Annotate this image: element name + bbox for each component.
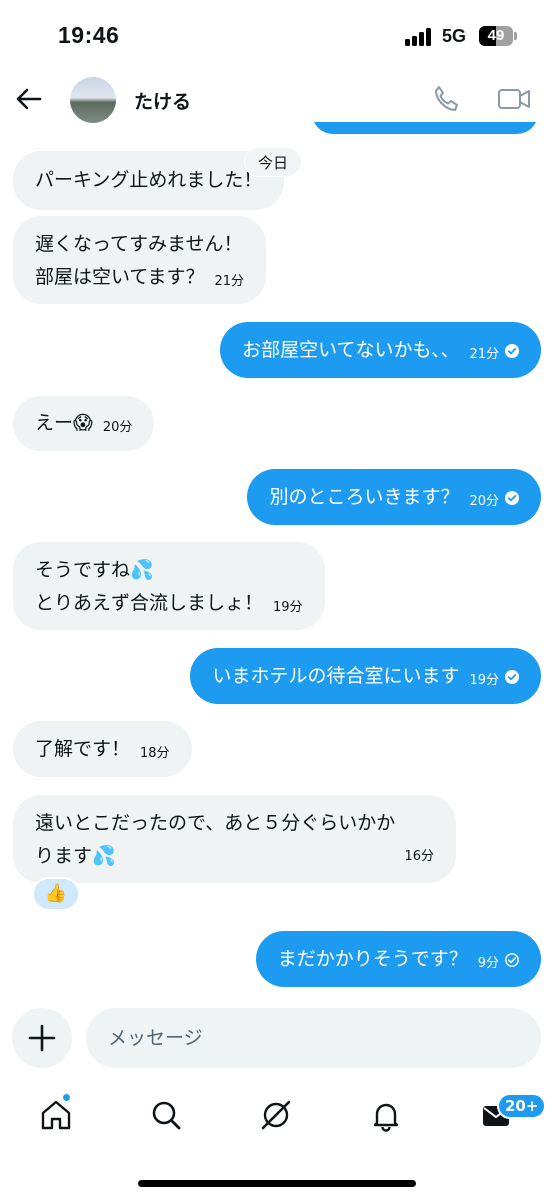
message-text-line: とりあえず合流しましょ！ bbox=[35, 592, 264, 614]
message-time: 16分 bbox=[404, 849, 434, 864]
message-text: パーキング止めれました！ bbox=[35, 169, 263, 191]
message-time: 9分 bbox=[477, 956, 499, 971]
message-text-line: そうですね💦 bbox=[35, 559, 154, 581]
add-attachment-button[interactable] bbox=[12, 1008, 72, 1068]
message-bubble[interactable]: 了解です！ 18分 bbox=[13, 721, 192, 777]
message-bubble[interactable]: 遅くなってすみません！ 部屋は空いてます？ 21分 bbox=[13, 216, 267, 304]
grok-icon bbox=[261, 1100, 291, 1130]
message-text: お部屋空いてないかも、、 bbox=[242, 339, 460, 361]
message-bubble[interactable]: お部屋空いてないかも、、 21分 bbox=[220, 322, 541, 378]
bottom-navigation: 20+ bbox=[0, 1085, 554, 1155]
home-indicator bbox=[138, 1180, 416, 1187]
message-composer bbox=[0, 1005, 554, 1071]
nav-search[interactable] bbox=[148, 1097, 184, 1133]
video-call-button[interactable] bbox=[497, 85, 531, 113]
nav-notifications[interactable] bbox=[368, 1097, 404, 1133]
notifications-bell-icon bbox=[373, 1103, 399, 1132]
message-bubble[interactable]: えー😱 20分 bbox=[13, 396, 155, 451]
message-time: 20分 bbox=[102, 420, 133, 435]
read-check-icon bbox=[505, 344, 519, 358]
messages-badge: 20+ bbox=[497, 1093, 547, 1119]
message-bubble[interactable]: いまホテルの待合室にいます 19分 bbox=[190, 648, 541, 704]
avatar[interactable] bbox=[70, 77, 116, 123]
message-bubble[interactable]: そうですね💦 とりあえず合流しましょ！ 19分 bbox=[13, 542, 325, 630]
message-time: 19分 bbox=[469, 673, 499, 688]
message-time: 21分 bbox=[469, 347, 499, 362]
message-text-line: 遅くなってすみません！ bbox=[35, 233, 243, 255]
back-arrow-icon bbox=[16, 88, 42, 110]
previous-outgoing-bubble bbox=[312, 122, 538, 134]
network-type: 5G bbox=[442, 26, 467, 46]
read-check-icon bbox=[505, 491, 519, 505]
message-text-line: 遠いとこだったので、あと５分ぐらいかか bbox=[35, 812, 396, 834]
message-text: いまホテルの待合室にいます bbox=[212, 665, 460, 687]
message-text: まだかかりそうです？ bbox=[277, 948, 468, 970]
call-button[interactable] bbox=[431, 84, 461, 114]
message-text: えー😱 bbox=[35, 412, 93, 434]
contact-name[interactable]: たける bbox=[134, 87, 191, 114]
signal-strength-icon bbox=[405, 28, 435, 46]
battery-percent: 49 bbox=[487, 27, 505, 44]
read-check-icon bbox=[505, 670, 519, 684]
message-bubble[interactable]: まだかかりそうです？ 9分 bbox=[255, 931, 541, 987]
message-time: 21分 bbox=[214, 274, 245, 289]
message-bubble[interactable]: 別のところいきます？ 20分 bbox=[247, 469, 541, 525]
message-text: 了解です！ bbox=[35, 738, 131, 760]
message-time: 18分 bbox=[140, 746, 170, 761]
nav-home[interactable] bbox=[38, 1097, 74, 1133]
message-text-line: ります💦 bbox=[35, 845, 116, 867]
back-button[interactable] bbox=[14, 84, 44, 114]
message-bubble[interactable]: 遠いとこだったので、あと５分ぐらいかか ります💦 16分 bbox=[13, 795, 456, 883]
status-bar: 19:46 5G 49 bbox=[0, 0, 554, 72]
message-text-line: 部屋は空いてます？ bbox=[35, 266, 205, 288]
nav-grok[interactable] bbox=[258, 1097, 294, 1133]
message-text: 別のところいきます？ bbox=[269, 486, 460, 508]
message-list[interactable]: パーキング止めれました！ 今日 遅くなってすみません！ 部屋は空いてます？ 21分… bbox=[0, 122, 554, 1002]
search-icon bbox=[152, 1101, 181, 1130]
message-time: 20分 bbox=[469, 494, 499, 509]
video-camera-icon bbox=[498, 89, 530, 109]
sent-check-icon bbox=[505, 953, 519, 967]
reaction-badge[interactable]: 👍 bbox=[32, 877, 80, 911]
date-separator: 今日 bbox=[244, 147, 303, 177]
home-notification-dot bbox=[62, 1093, 71, 1102]
phone-icon bbox=[435, 86, 458, 111]
battery-icon: 49 bbox=[479, 26, 513, 46]
battery-cap bbox=[514, 32, 517, 40]
status-time: 19:46 bbox=[58, 22, 120, 48]
home-icon bbox=[41, 1100, 71, 1130]
message-input[interactable] bbox=[86, 1008, 541, 1068]
plus-icon bbox=[28, 1024, 56, 1052]
message-time: 19分 bbox=[273, 600, 303, 615]
